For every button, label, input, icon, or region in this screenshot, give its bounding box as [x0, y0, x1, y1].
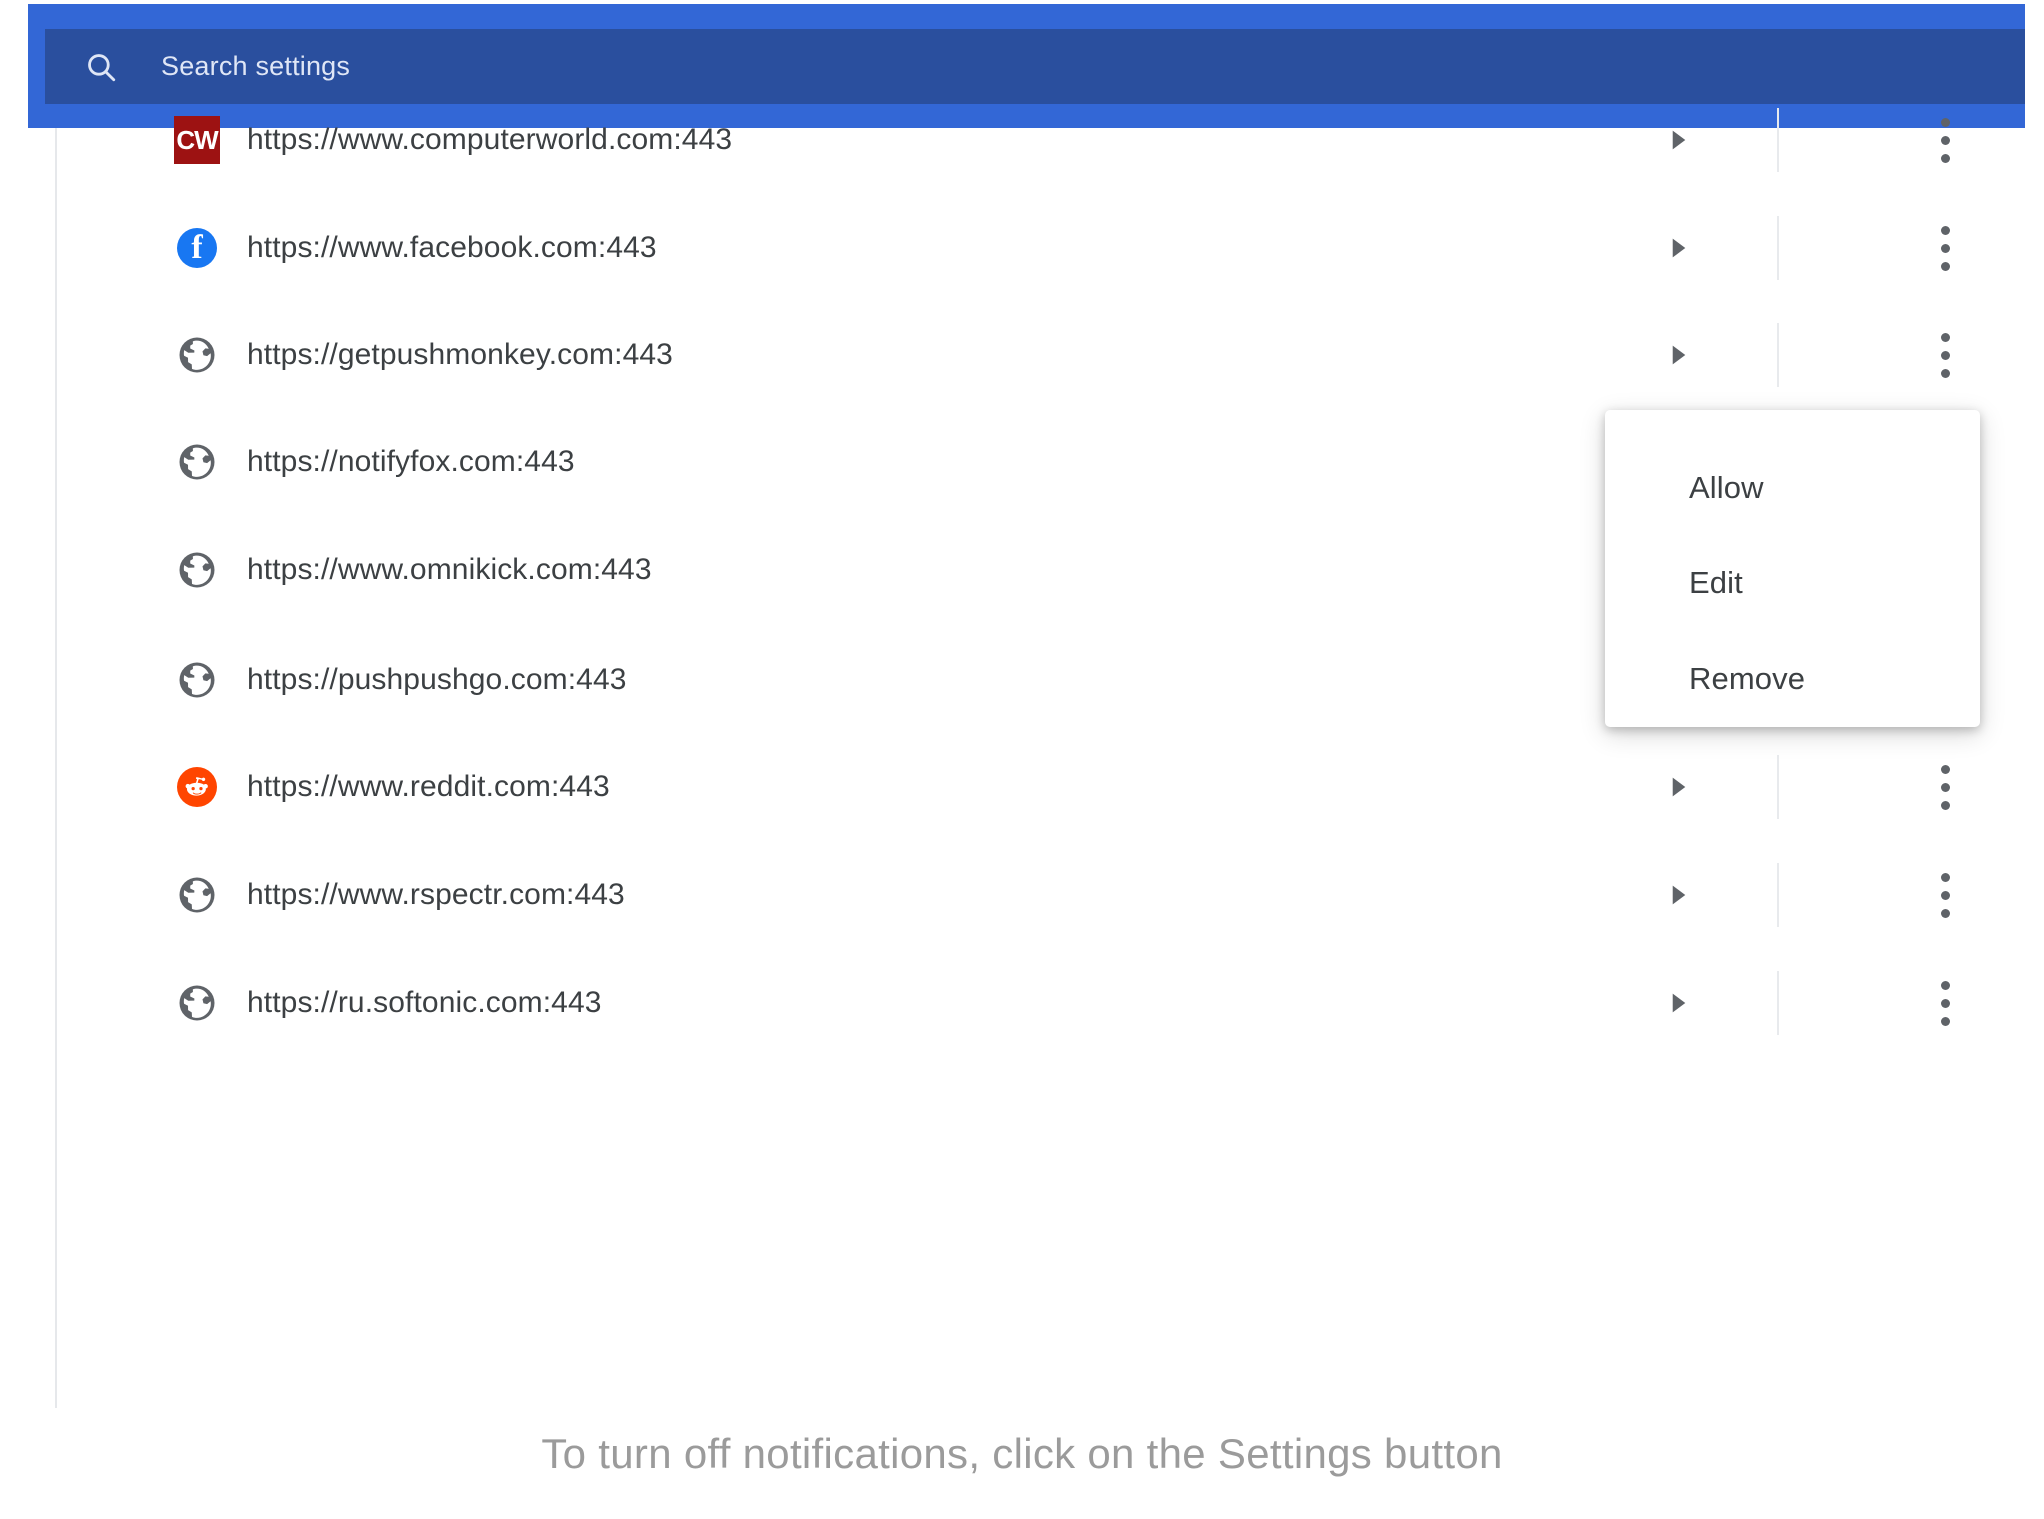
row-divider [1777, 971, 1779, 1035]
site-url-label: https://www.omnikick.com:443 [247, 553, 652, 586]
site-url-label: https://www.reddit.com:443 [247, 770, 610, 803]
overflow-menu-icon[interactable] [1925, 869, 1965, 921]
overflow-menu-icon[interactable] [1925, 114, 1965, 166]
site-url-label: https://notifyfox.com:443 [247, 445, 575, 478]
expand-arrow-icon[interactable] [1665, 879, 1693, 911]
overflow-menu-icon[interactable] [1925, 761, 1965, 813]
reddit-icon [174, 764, 220, 810]
site-url-label: https://pushpushgo.com:443 [247, 663, 627, 696]
table-row[interactable]: CW https://www.computerworld.com:443 [56, 86, 2044, 194]
globe-icon [174, 657, 220, 703]
expand-arrow-icon[interactable] [1665, 232, 1693, 264]
expand-arrow-icon[interactable] [1665, 771, 1693, 803]
table-row[interactable]: https://www.reddit.com:443 [56, 733, 2044, 841]
globe-icon [174, 332, 220, 378]
site-url-label: https://ru.softonic.com:443 [247, 986, 602, 1019]
overflow-menu-icon[interactable] [1925, 222, 1965, 274]
site-url-label: https://www.rspectr.com:443 [247, 878, 625, 911]
row-divider [1777, 216, 1779, 280]
site-url-label: https://getpushmonkey.com:443 [247, 338, 673, 371]
search-placeholder: Search settings [161, 51, 351, 81]
overflow-menu-icon[interactable] [1925, 329, 1965, 381]
globe-icon [174, 547, 220, 593]
expand-arrow-icon[interactable] [1665, 987, 1693, 1019]
site-url-label: https://www.computerworld.com:443 [247, 123, 733, 156]
context-menu-item-edit[interactable]: Edit [1689, 565, 1743, 601]
overflow-menu-icon[interactable] [1925, 977, 1965, 1029]
site-url-label: https://www.facebook.com:443 [247, 231, 657, 264]
table-row[interactable]: f https://www.facebook.com:443 [56, 194, 2044, 302]
search-icon [84, 50, 118, 84]
globe-icon [174, 439, 220, 485]
context-menu-item-remove[interactable]: Remove [1689, 661, 1805, 697]
facebook-icon: f [174, 225, 220, 271]
row-divider [1777, 323, 1779, 387]
row-divider [1777, 863, 1779, 927]
table-row[interactable]: https://www.rspectr.com:443 [56, 841, 2044, 949]
expand-arrow-icon[interactable] [1665, 124, 1693, 156]
expand-arrow-icon[interactable] [1665, 339, 1693, 371]
table-row[interactable]: https://ru.softonic.com:443 [56, 949, 2044, 1057]
row-divider [1777, 755, 1779, 819]
computerworld-icon: CW [174, 116, 220, 164]
row-context-menu: Allow Edit Remove [1605, 410, 1980, 727]
globe-icon [174, 980, 220, 1026]
globe-icon [174, 872, 220, 918]
table-row[interactable]: https://getpushmonkey.com:443 [56, 301, 2044, 409]
row-divider [1777, 108, 1779, 172]
instruction-caption: To turn off notifications, click on the … [541, 1430, 1503, 1477]
context-menu-item-allow[interactable]: Allow [1689, 470, 1764, 506]
